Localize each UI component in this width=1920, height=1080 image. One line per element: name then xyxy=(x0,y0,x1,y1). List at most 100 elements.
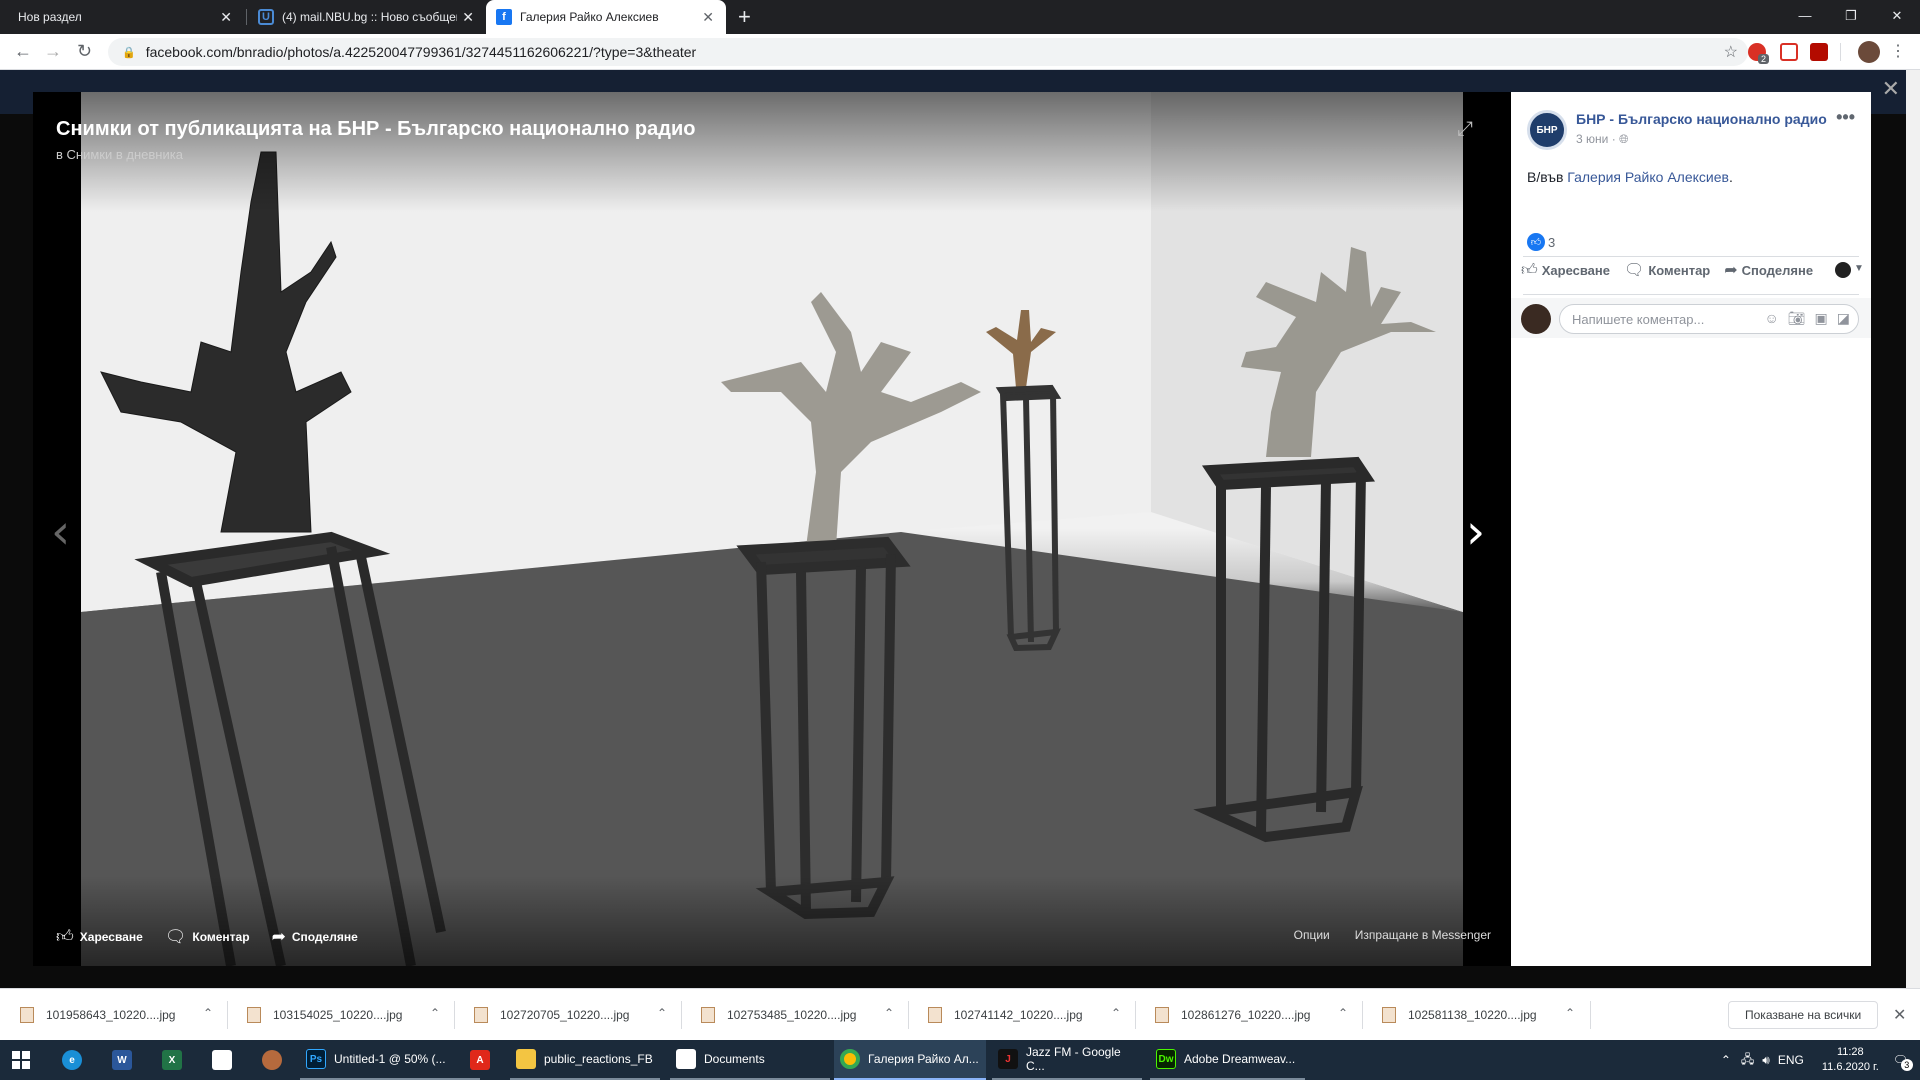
chevron-down-icon[interactable]: ▼ xyxy=(1854,263,1864,274)
notifications-icon[interactable]: 🗨︎ 3 xyxy=(1893,1053,1913,1071)
lock-icon[interactable]: 🔒 xyxy=(122,46,136,59)
photoshop-icon: Ps xyxy=(306,1049,326,1069)
page-logo[interactable]: БНР xyxy=(1527,110,1567,150)
chevron-up-icon[interactable]: ⌃ xyxy=(430,1006,440,1020)
tab-new-tab[interactable]: Нов раздел ✕ xyxy=(0,0,244,34)
download-item[interactable]: 102720705_10220....jpg ⌃ xyxy=(454,1001,679,1029)
taskbar-jazz-fm[interactable]: J Jazz FM - Google C... xyxy=(992,1040,1142,1080)
photo-options-link[interactable]: Опции xyxy=(1294,928,1330,942)
post-like-button[interactable]: 👍︎ Харесване xyxy=(1521,260,1610,280)
photo-comment-button[interactable]: 🗨︎ Коментар xyxy=(165,926,250,947)
page-name-link[interactable]: БНР - Българско национално радио xyxy=(1576,111,1827,127)
album-prefix: в xyxy=(56,147,63,162)
fullscreen-expand-icon[interactable]: ⤢ xyxy=(1457,118,1473,141)
more-options-icon[interactable]: ••• xyxy=(1836,107,1855,128)
chevron-up-icon[interactable]: ⌃ xyxy=(884,1006,894,1020)
restore-icon[interactable]: ❐ xyxy=(1828,0,1874,34)
download-item[interactable]: 103154025_10220....jpg ⌃ xyxy=(227,1001,452,1029)
network-icon[interactable]: 🖧︎ xyxy=(1741,1050,1754,1071)
window-close-icon[interactable]: ✕ xyxy=(1874,0,1920,34)
send-messenger-link[interactable]: Изпращане в Messenger xyxy=(1355,928,1491,942)
react-as-avatar[interactable] xyxy=(1835,262,1851,278)
tab-close-icon[interactable]: ✕ xyxy=(702,9,714,26)
tab-close-icon[interactable]: ✕ xyxy=(462,9,474,26)
bookmark-star-icon[interactable]: ☆ xyxy=(1724,42,1738,62)
taskbar-edge[interactable]: e xyxy=(62,1040,90,1080)
download-item[interactable]: 102753485_10220....jpg ⌃ xyxy=(681,1001,906,1029)
sticker-icon[interactable]: ◪ xyxy=(1837,310,1850,327)
chrome-icon xyxy=(840,1049,860,1069)
camera-icon[interactable]: 📷︎ xyxy=(1788,310,1806,327)
post-comment-button[interactable]: 🗨︎ Коментар xyxy=(1624,260,1710,280)
post-date-text[interactable]: 3 юни xyxy=(1576,132,1608,146)
page-scrollbar[interactable] xyxy=(1906,70,1920,988)
download-filename: 102581138_10220....jpg xyxy=(1408,1008,1537,1022)
gallery-link[interactable]: Галерия Райко Алексиев xyxy=(1567,169,1729,185)
taskbar-globe[interactable] xyxy=(262,1040,290,1080)
taskbar-documents[interactable]: Documents xyxy=(670,1040,830,1080)
reload-icon[interactable]: ↻ xyxy=(77,41,92,62)
extension-pdf-icon[interactable] xyxy=(1810,43,1828,61)
start-button[interactable] xyxy=(12,1040,36,1080)
comment-box[interactable]: ☺ 📷︎ ▣ ◪ xyxy=(1559,304,1859,334)
photo-secondary-actions: Опции Изпращане в Messenger xyxy=(1294,928,1491,942)
taskbar-excel[interactable]: X xyxy=(162,1040,190,1080)
taskbar-label: Documents xyxy=(704,1052,765,1066)
tab-mail-nbu[interactable]: U (4) mail.NBU.bg :: Ново съобщение ✕ xyxy=(248,0,486,34)
volume-icon[interactable]: 🔊︎ xyxy=(1762,1053,1770,1068)
album-link[interactable]: Снимки в дневника xyxy=(67,147,183,162)
post-share-button[interactable]: ➦ Споделяне xyxy=(1724,260,1813,280)
taskbar-chrome-gallery[interactable]: Галерия Райко Ал... xyxy=(834,1040,986,1080)
download-item[interactable]: 102581138_10220....jpg ⌃ xyxy=(1362,1001,1587,1029)
browser-menu-icon[interactable]: ⋮ xyxy=(1890,41,1906,61)
download-item[interactable]: 102861276_10220....jpg ⌃ xyxy=(1135,1001,1360,1029)
language-indicator[interactable]: ENG xyxy=(1778,1053,1804,1067)
gif-icon[interactable]: ▣ xyxy=(1815,310,1828,327)
new-tab-plus-icon[interactable]: + xyxy=(738,4,751,30)
tab-close-icon[interactable]: ✕ xyxy=(220,9,232,26)
gallery-photo[interactable] xyxy=(81,92,1463,966)
taskbar-label: Untitled-1 @ 50% (... xyxy=(334,1052,446,1066)
chevron-up-icon[interactable]: ⌃ xyxy=(657,1006,667,1020)
show-all-downloads-button[interactable]: Показване на всички xyxy=(1728,1001,1879,1029)
comment-input[interactable] xyxy=(1572,311,1742,327)
taskbar-acrobat[interactable]: A xyxy=(470,1040,498,1080)
chevron-up-icon[interactable]: ⌃ xyxy=(1565,1006,1575,1020)
back-arrow-icon[interactable]: ← xyxy=(14,41,32,62)
previous-photo-arrow-icon[interactable]: ‹ xyxy=(51,504,70,560)
taskbar-file[interactable] xyxy=(212,1040,240,1080)
reaction-summary[interactable]: 👍︎ 3 xyxy=(1527,233,1555,251)
sculpture-scene-illustration xyxy=(81,92,1463,966)
download-item[interactable]: 102741142_10220....jpg ⌃ xyxy=(908,1001,1133,1029)
comment-tools: ☺ 📷︎ ▣ ◪ xyxy=(1764,310,1850,327)
photo-like-button[interactable]: 👍︎ Харесване xyxy=(56,926,143,947)
extension-calendar-icon[interactable] xyxy=(1780,43,1798,61)
next-photo-arrow-icon[interactable]: › xyxy=(1466,504,1485,560)
clock[interactable]: 11:28 11.6.2020 г. xyxy=(1822,1045,1879,1075)
downloads-close-icon[interactable]: ✕ xyxy=(1893,1005,1906,1025)
tab-gallery-active[interactable]: f Галерия Райко Алексиев ✕ xyxy=(486,0,726,34)
chevron-up-icon[interactable]: ⌃ xyxy=(1338,1006,1348,1020)
forward-arrow-icon[interactable]: → xyxy=(44,41,62,62)
download-filename: 102720705_10220....jpg xyxy=(500,1008,630,1022)
address-bar[interactable]: 🔒 facebook.com/bnradio/photos/a.42252004… xyxy=(108,38,1748,66)
photo-share-button[interactable]: ➦ Споделяне xyxy=(272,926,358,947)
close-theater-icon[interactable]: ✕ xyxy=(1882,76,1900,102)
taskbar-photoshop[interactable]: Ps Untitled-1 @ 50% (... xyxy=(300,1040,480,1080)
tab-title: Галерия Райко Алексиев xyxy=(520,10,659,24)
album-title: Снимки от публикацията на БНР - Българск… xyxy=(56,118,696,140)
chevron-up-icon[interactable]: ⌃ xyxy=(203,1006,213,1020)
image-file-icon xyxy=(701,1007,715,1023)
taskbar-word[interactable]: W xyxy=(112,1040,140,1080)
download-item[interactable]: 101958643_10220....jpg ⌃ xyxy=(0,1001,225,1029)
profile-avatar[interactable] xyxy=(1858,41,1880,63)
emoji-icon[interactable]: ☺ xyxy=(1764,310,1778,327)
tab-title: (4) mail.NBU.bg :: Ново съобщение xyxy=(282,10,457,24)
excel-icon: X xyxy=(162,1050,182,1070)
chevron-up-icon[interactable]: ⌃ xyxy=(1721,1053,1731,1067)
window-controls: — ❐ ✕ xyxy=(1782,0,1920,34)
taskbar-folder-reactions[interactable]: public_reactions_FB xyxy=(510,1040,660,1080)
taskbar-dreamweaver[interactable]: Dw Adobe Dreamweav... xyxy=(1150,1040,1305,1080)
minimize-icon[interactable]: — xyxy=(1782,0,1828,34)
chevron-up-icon[interactable]: ⌃ xyxy=(1111,1006,1121,1020)
